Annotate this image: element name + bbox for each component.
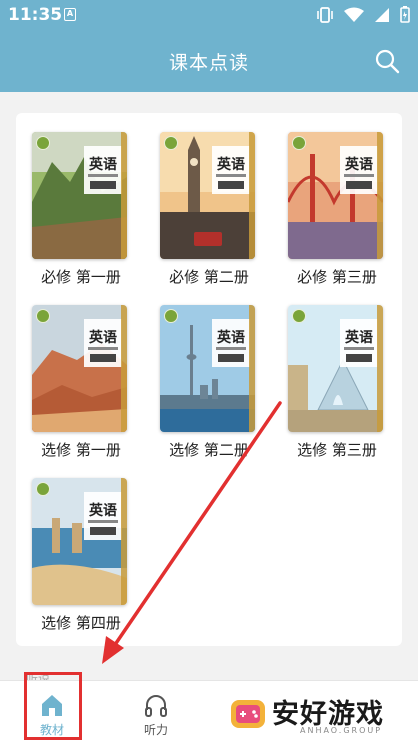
signal-icon bbox=[375, 7, 389, 22]
publisher-logo-icon bbox=[164, 136, 178, 150]
book-item[interactable]: 英语 选修 第四册 bbox=[16, 478, 134, 632]
cover-subtitle bbox=[88, 520, 118, 523]
tab-listening[interactable]: 听力 bbox=[126, 687, 186, 739]
book-cover[interactable]: 英语 bbox=[160, 305, 255, 432]
annotation-highlight-box bbox=[24, 672, 82, 740]
page-title: 课本点读 bbox=[168, 52, 249, 74]
book-cover[interactable]: 英语 bbox=[160, 132, 255, 259]
cover-subtitle bbox=[216, 347, 246, 350]
status-bar: 11:35 A bbox=[0, 0, 418, 30]
cover-volume bbox=[346, 181, 372, 189]
cover-volume bbox=[218, 181, 244, 189]
book-cover[interactable]: 英语 bbox=[32, 132, 127, 259]
publisher-logo-icon bbox=[164, 309, 178, 323]
status-time: 11:35 bbox=[8, 5, 63, 25]
book-cover[interactable]: 英语 bbox=[32, 305, 127, 432]
publisher-logo-icon bbox=[292, 309, 306, 323]
cover-title: 英语 bbox=[89, 503, 117, 519]
vibrate-icon bbox=[317, 6, 333, 23]
cover-subtitle bbox=[344, 347, 374, 350]
cover-title: 英语 bbox=[345, 157, 373, 173]
book-item[interactable]: 英语 必修 第一册 bbox=[16, 132, 134, 286]
gamepad-logo-icon bbox=[231, 700, 265, 728]
cover-volume bbox=[90, 527, 116, 535]
tab-label: 听力 bbox=[143, 723, 168, 737]
cover-volume bbox=[218, 354, 244, 362]
headphones-icon bbox=[145, 695, 167, 717]
book-label[interactable]: 必修 第三册 bbox=[272, 266, 402, 287]
book-cover[interactable]: 英语 bbox=[32, 478, 127, 605]
cover-strip bbox=[121, 305, 127, 432]
cover-subtitle bbox=[88, 174, 118, 177]
textbook-grid: 英语 必修 第一册 英语 必修 第二册 英语 必修 第三册 英语 选修 第一册 … bbox=[16, 113, 402, 646]
cover-volume bbox=[90, 181, 116, 189]
publisher-logo-icon bbox=[36, 482, 50, 496]
book-item[interactable]: 英语 必修 第二册 bbox=[144, 132, 262, 286]
cover-strip bbox=[377, 305, 383, 432]
wifi-icon bbox=[344, 7, 364, 22]
cover-title: 英语 bbox=[89, 330, 117, 346]
cover-subtitle bbox=[344, 174, 374, 177]
book-label[interactable]: 选修 第二册 bbox=[144, 439, 274, 460]
cover-strip bbox=[377, 132, 383, 259]
publisher-logo-icon bbox=[36, 136, 50, 150]
cover-title: 英语 bbox=[217, 157, 245, 173]
cover-title: 英语 bbox=[217, 330, 245, 346]
cover-subtitle bbox=[216, 174, 246, 177]
publisher-logo-icon bbox=[292, 136, 306, 150]
app-bar: 课本点读 bbox=[0, 30, 418, 92]
watermark: 安好游戏 ANHAO.GROUP bbox=[228, 692, 400, 736]
cover-title: 英语 bbox=[89, 157, 117, 173]
book-item[interactable]: 英语 选修 第三册 bbox=[272, 305, 390, 459]
cover-strip bbox=[121, 478, 127, 605]
book-cover[interactable]: 英语 bbox=[288, 305, 383, 432]
watermark-subtext: ANHAO.GROUP bbox=[300, 726, 383, 735]
book-label[interactable]: 必修 第二册 bbox=[144, 266, 274, 287]
status-icons bbox=[316, 6, 410, 23]
book-label[interactable]: 选修 第三册 bbox=[272, 439, 402, 460]
book-item[interactable]: 英语 选修 第二册 bbox=[144, 305, 262, 459]
cover-volume bbox=[90, 354, 116, 362]
book-item[interactable]: 英语 选修 第一册 bbox=[16, 305, 134, 459]
sim-badge-icon: A bbox=[64, 8, 76, 21]
cover-subtitle bbox=[88, 347, 118, 350]
cover-strip bbox=[249, 305, 255, 432]
book-label[interactable]: 选修 第四册 bbox=[16, 612, 146, 633]
book-cover[interactable]: 英语 bbox=[288, 132, 383, 259]
cover-volume bbox=[346, 354, 372, 362]
search-icon[interactable] bbox=[374, 48, 400, 74]
book-item[interactable]: 英语 必修 第三册 bbox=[272, 132, 390, 286]
cover-title: 英语 bbox=[345, 330, 373, 346]
battery-icon bbox=[400, 6, 410, 23]
publisher-logo-icon bbox=[36, 309, 50, 323]
cover-strip bbox=[249, 132, 255, 259]
book-label[interactable]: 选修 第一册 bbox=[16, 439, 146, 460]
book-label[interactable]: 必修 第一册 bbox=[16, 266, 146, 287]
cover-strip bbox=[121, 132, 127, 259]
